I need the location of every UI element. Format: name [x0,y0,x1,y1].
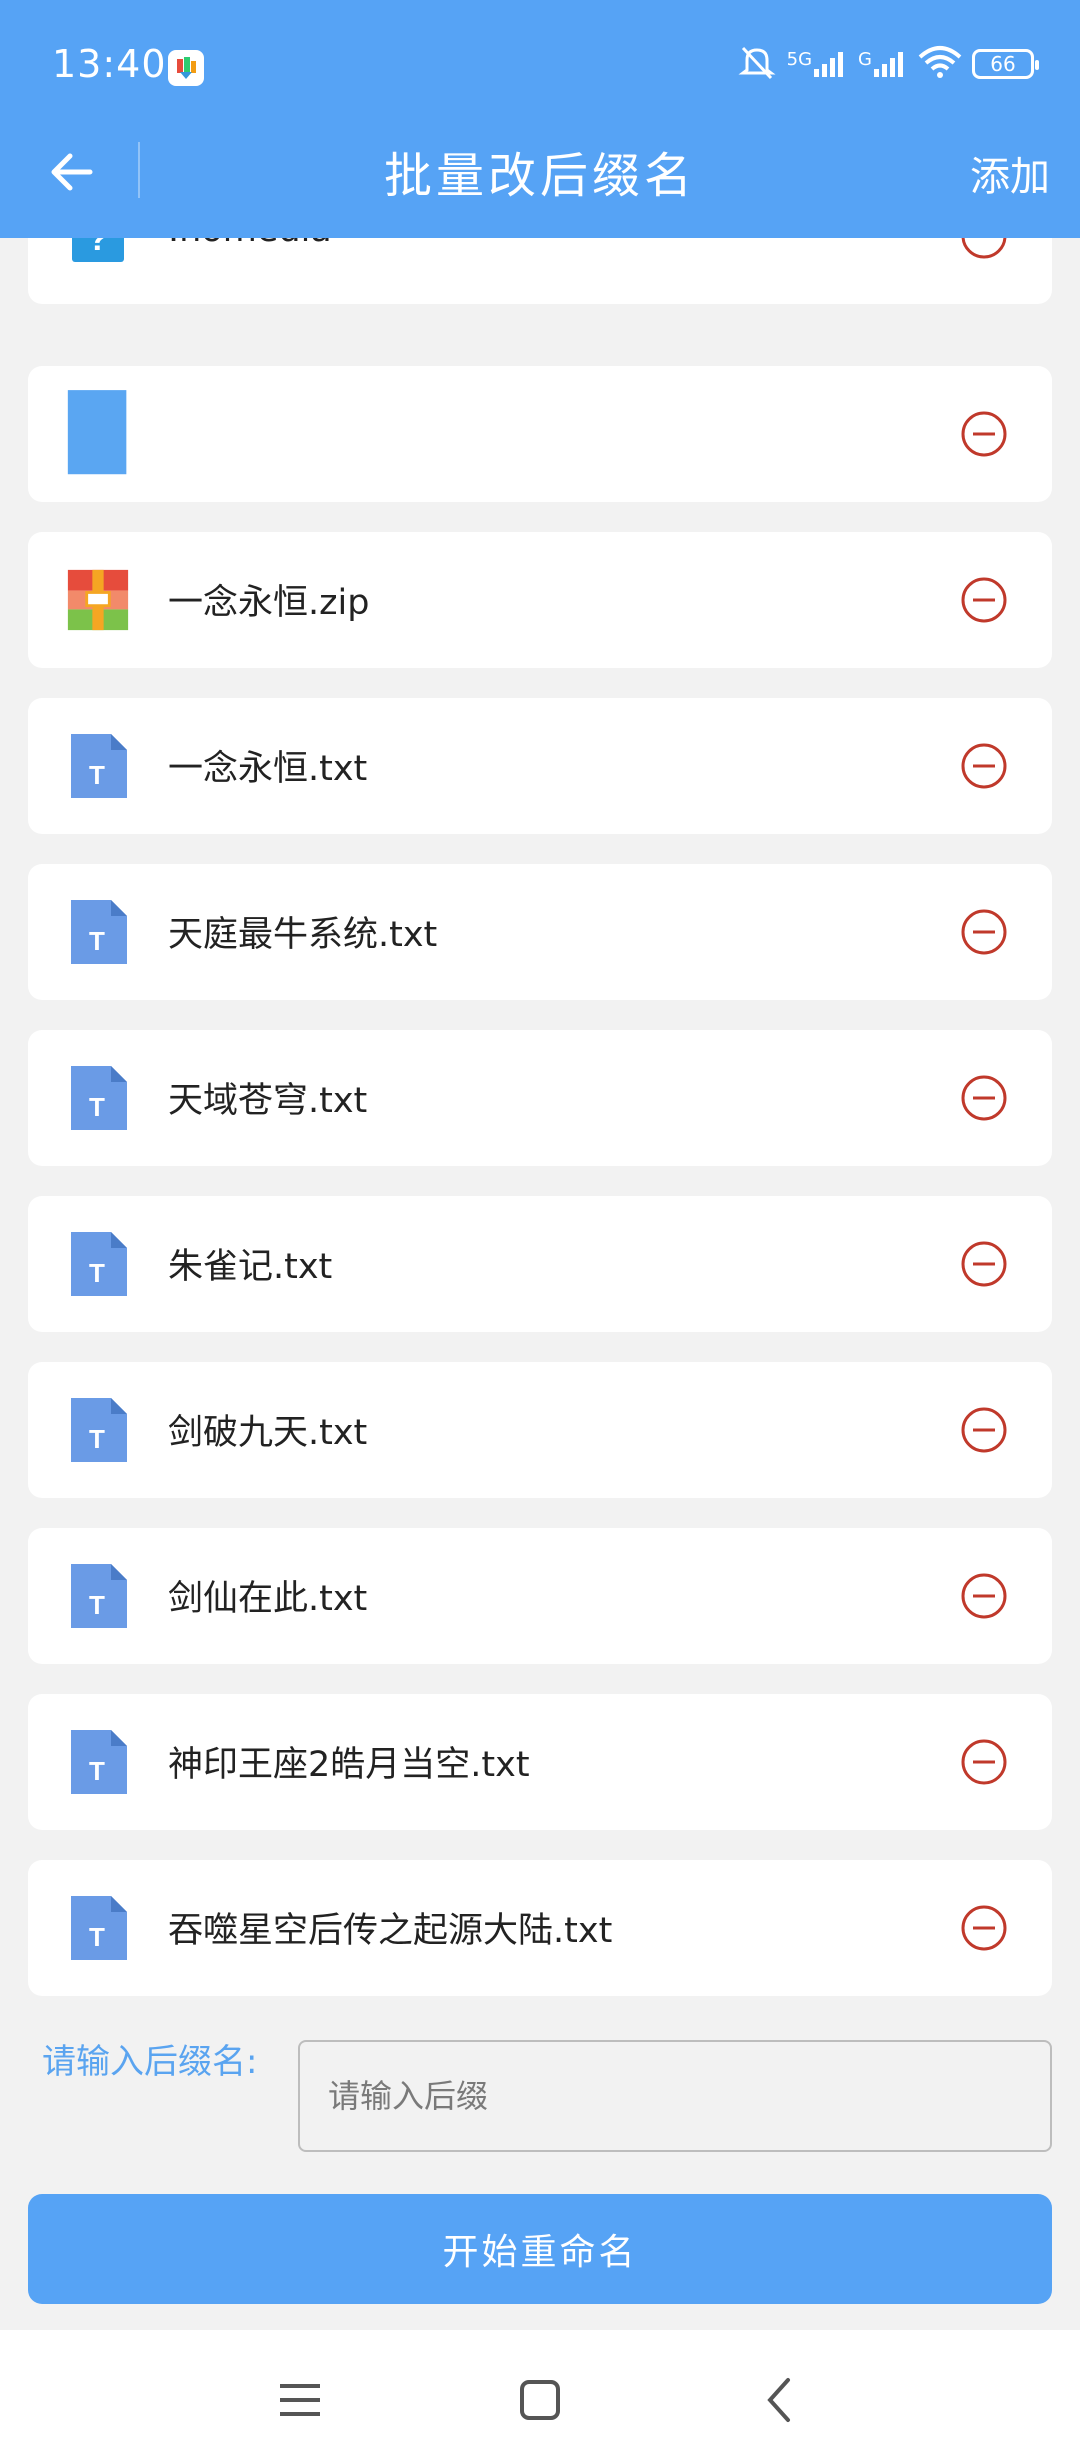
svg-text:T: T [89,1590,105,1620]
text-file-icon: T [66,1730,130,1794]
svg-text:T: T [89,760,105,790]
list-item: T 朱雀记.txt [28,1196,1052,1332]
file-name: 剑仙在此.txt [168,1579,368,1619]
svg-text:T: T [89,926,105,956]
list-item [28,366,1052,502]
remove-icon[interactable] [960,908,1008,956]
suffix-input[interactable] [298,2040,1052,2152]
svg-text:T: T [89,1922,105,1952]
status-icons: 5G G 66 [737,42,1039,87]
list-item: ? .nomedia [28,238,1052,304]
svg-text:T: T [89,1092,105,1122]
status-bar: 13:40 5G G 66 [0,0,1080,130]
start-rename-button[interactable]: 开始重命名 [28,2194,1052,2304]
file-name: 天域苍穹.txt [168,1081,368,1121]
list-item: 一念永恒.zip [28,532,1052,668]
list-item: T 一念永恒.txt [28,698,1052,834]
svg-text:T: T [89,1258,105,1288]
zip-archive-icon [66,568,130,632]
home-nav-button[interactable] [510,2370,570,2430]
add-button[interactable]: 添加 [970,144,1050,202]
file-name: .nomedia [168,238,332,250]
remove-icon[interactable] [960,238,1008,260]
top-header: 13:40 5G G 66 批量改后缀名 添加 [0,0,1080,238]
file-name: 一念永恒.zip [168,583,370,623]
file-name: 朱雀记.txt [168,1247,333,1287]
page-title: 批量改后缀名 [383,148,696,204]
suffix-label: 请输入后缀名: [42,2042,258,2082]
menu-icon [280,2384,320,2416]
file-list: ? .nomedia 一念永恒.zip T 一念永恒.txt T 天庭最牛系统.… [0,238,1080,2018]
menu-nav-button[interactable] [270,2370,330,2430]
list-item: T 吞噬星空后传之起源大陆.txt [28,1860,1052,1996]
remove-icon[interactable] [960,1406,1008,1454]
file-name: 一念永恒.txt [168,749,368,789]
list-item: T 剑仙在此.txt [28,1528,1052,1664]
wifi-icon [918,45,962,84]
remove-icon[interactable] [960,742,1008,790]
folder-icon [66,390,130,475]
back-nav-button[interactable] [750,2370,810,2430]
chevron-left-icon [767,2378,790,2422]
svg-text:T: T [89,1756,105,1786]
text-file-icon: T [66,900,130,964]
file-name: 剑破九天.txt [168,1413,368,1453]
list-item: T 天域苍穹.txt [28,1030,1052,1166]
signal-5g-icon: 5G [787,49,848,79]
list-item: T 天庭最牛系统.txt [28,864,1052,1000]
list-item: T 剑破九天.txt [28,1362,1052,1498]
text-file-icon: T [66,1564,130,1628]
svg-text:T: T [89,1424,105,1454]
remove-icon[interactable] [960,1240,1008,1288]
remove-icon[interactable] [960,576,1008,624]
file-name: 天庭最牛系统.txt [168,915,438,955]
text-file-icon: T [66,734,130,798]
remove-icon[interactable] [960,1738,1008,1786]
remove-icon[interactable] [960,1074,1008,1122]
system-nav-bar [0,2330,1080,2460]
unknown-file-icon: ? [66,238,130,268]
svg-text:?: ? [88,238,109,258]
file-name: 神印王座2皓月当空.txt [168,1745,530,1785]
battery-icon: 66 [972,49,1039,79]
text-file-icon: T [66,1232,130,1296]
text-file-icon: T [66,1896,130,1960]
text-file-icon: T [66,1398,130,1462]
list-item: T 神印王座2皓月当空.txt [28,1694,1052,1830]
status-time: 13:40 [52,42,167,86]
mute-bell-icon [737,42,777,87]
text-file-icon: T [66,1066,130,1130]
file-name: 吞噬星空后传之起源大陆.txt [168,1911,613,1951]
signal-g-icon: G [858,49,908,79]
remove-icon[interactable] [960,410,1008,458]
app-notification-icon [168,50,204,86]
remove-icon[interactable] [960,1904,1008,1952]
home-square-icon [520,2380,560,2420]
remove-icon[interactable] [960,1572,1008,1620]
battery-level: 66 [990,52,1016,76]
